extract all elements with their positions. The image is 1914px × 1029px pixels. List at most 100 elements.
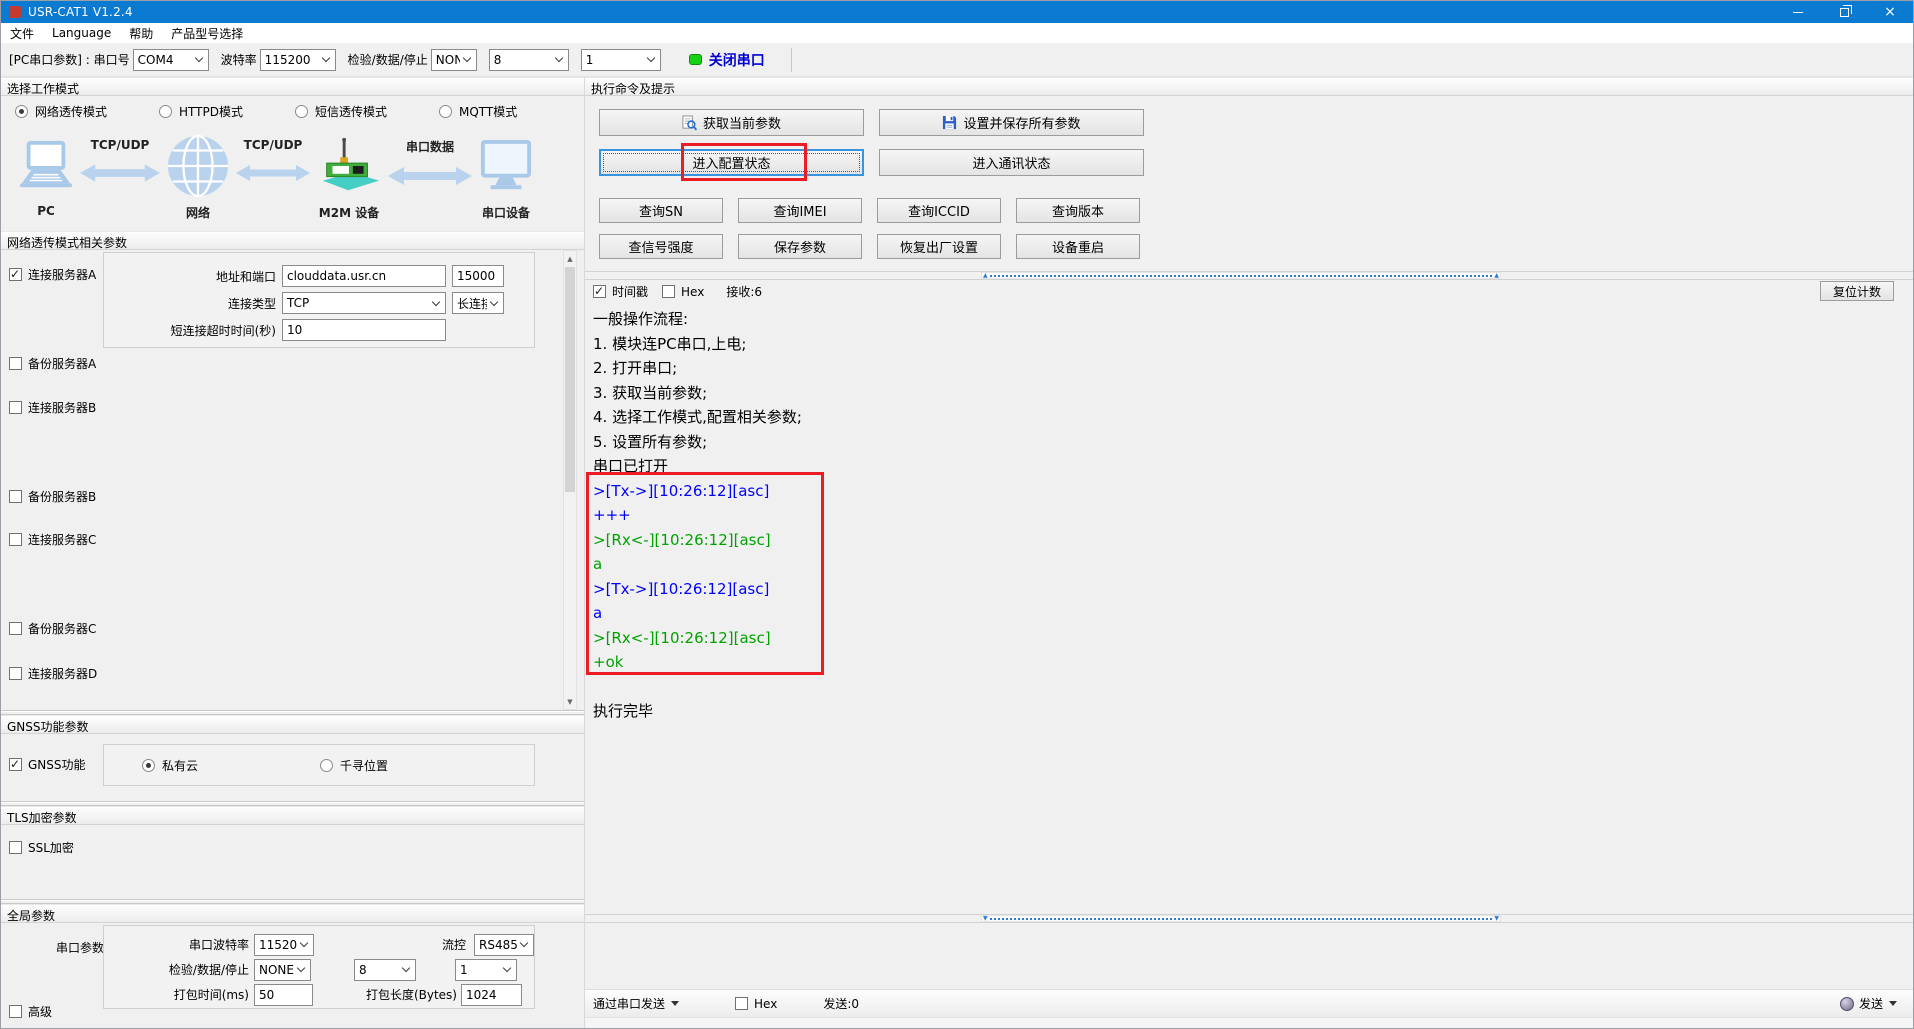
chevron-down-icon bbox=[401, 963, 411, 973]
query-imei-button[interactable]: 查询IMEI bbox=[738, 198, 862, 223]
scrollbar-thumb[interactable] bbox=[565, 267, 575, 492]
radio-httpd-mode[interactable]: HTTPD模式 bbox=[159, 103, 243, 120]
radio-qianxun-location[interactable]: 千寻位置 bbox=[320, 757, 388, 774]
button-label: 查询IMEI bbox=[773, 205, 827, 220]
splitter-arrow-icon: ▼ bbox=[983, 914, 988, 922]
checkbox-label: 高级 bbox=[28, 1005, 53, 1019]
menu-language[interactable]: Language bbox=[43, 23, 120, 43]
checkbox-connect-server-a[interactable]: 连接服务器A bbox=[9, 266, 96, 283]
global-params-header: 全局参数 bbox=[1, 904, 584, 923]
scroll-down-icon[interactable]: ▼ bbox=[564, 694, 576, 709]
set-save-all-params-button[interactable]: 设置并保存所有参数 bbox=[879, 109, 1144, 136]
chevron-down-icon bbox=[489, 297, 499, 306]
checkbox-connect-server-d[interactable]: 连接服务器D bbox=[9, 665, 97, 682]
scroll-up-icon[interactable]: ▲ bbox=[564, 251, 576, 266]
query-iccid-button[interactable]: 查询ICCID bbox=[877, 198, 1001, 223]
restore-button[interactable] bbox=[1821, 1, 1867, 23]
checkbox-hex-recv[interactable]: Hex bbox=[662, 285, 704, 299]
gnss-settings: GNSS功能 私有云 千寻位置 bbox=[1, 734, 584, 801]
data-bits-select[interactable]: 8 bbox=[488, 48, 569, 71]
pack-length-input[interactable] bbox=[461, 983, 522, 1006]
checkbox-timestamp[interactable]: 时间戳 bbox=[593, 283, 648, 300]
log-line: 1. 模块连PC串口,上电; bbox=[593, 334, 747, 353]
checkbox-ssl-encrypt[interactable]: SSL加密 bbox=[9, 839, 74, 856]
checkbox-label: Hex bbox=[754, 996, 778, 1011]
server-list-scrollbar[interactable]: ▲ ▼ bbox=[563, 250, 577, 710]
factory-reset-button[interactable]: 恢复出厂设置 bbox=[877, 234, 1001, 259]
button-label: 设置并保存所有参数 bbox=[963, 117, 1081, 132]
menu-file[interactable]: 文件 bbox=[1, 23, 43, 43]
device-restart-button[interactable]: 设备重启 bbox=[1016, 234, 1140, 259]
checkbox-advanced[interactable]: 高级 bbox=[9, 1003, 52, 1020]
com-port-select[interactable]: COM4 bbox=[132, 48, 209, 71]
send-input-area[interactable] bbox=[585, 923, 1913, 989]
query-sn-button[interactable]: 查询SN bbox=[599, 198, 723, 223]
button-label: 设备重启 bbox=[1051, 241, 1104, 256]
checkbox-backup-server-b[interactable]: 备份服务器B bbox=[9, 488, 96, 505]
serial-data-bits-select[interactable]: 8 bbox=[354, 958, 416, 981]
send-button[interactable]: 发送 bbox=[1839, 995, 1897, 1012]
close-port-button[interactable]: 关闭串口 bbox=[709, 50, 765, 70]
checkbox-icon bbox=[9, 667, 22, 680]
menu-help[interactable]: 帮助 bbox=[120, 23, 162, 43]
serial-baud-select[interactable]: 115200 bbox=[254, 933, 314, 956]
radio-net-transparent-mode[interactable]: 网络透传模式 bbox=[15, 103, 107, 120]
checkbox-connect-server-c[interactable]: 连接服务器C bbox=[9, 531, 96, 548]
button-label: 查信号强度 bbox=[628, 241, 694, 256]
diagram-m2m-node: M2M 设备 bbox=[313, 130, 385, 231]
baud-label: 波特率 bbox=[220, 53, 257, 67]
conn-type-select[interactable]: TCP bbox=[282, 292, 446, 314]
checkbox-label: 备份服务器C bbox=[28, 622, 97, 636]
checkbox-backup-server-c[interactable]: 备份服务器C bbox=[9, 620, 96, 637]
radio-sms-mode[interactable]: 短信透传模式 bbox=[294, 103, 387, 120]
enter-comm-state-button[interactable]: 进入通讯状态 bbox=[879, 149, 1144, 176]
checkbox-label: 备份服务器B bbox=[28, 490, 97, 504]
button-label: 保存参数 bbox=[773, 241, 826, 256]
minimize-button[interactable] bbox=[1775, 1, 1821, 23]
query-version-button[interactable]: 查询版本 bbox=[1016, 198, 1140, 223]
get-current-params-button[interactable]: 获取当前参数 bbox=[599, 109, 864, 136]
dropdown-label: 通过串口发送 bbox=[593, 997, 666, 1011]
serial-parity-select[interactable]: NONE bbox=[254, 958, 311, 981]
save-params-button[interactable]: 保存参数 bbox=[738, 234, 862, 259]
button-label: 发送 bbox=[1858, 997, 1883, 1011]
diagram-link-1: TCP/UDP bbox=[77, 130, 163, 231]
annotation-box bbox=[681, 143, 807, 181]
menu-product-model[interactable]: 产品型号选择 bbox=[162, 23, 252, 43]
button-label: 查询SN bbox=[639, 205, 683, 220]
splitter-handle[interactable]: ▲ ▲ bbox=[981, 272, 1501, 279]
diagram-link-3: 串口数据 bbox=[385, 130, 475, 231]
checkbox-hex-send[interactable]: Hex bbox=[735, 997, 777, 1011]
pc-serial-label: [PC串口参数] : 串口号 bbox=[9, 53, 130, 67]
close-button[interactable]: × bbox=[1867, 1, 1913, 23]
reset-count-button[interactable]: 复位计数 bbox=[1820, 281, 1894, 301]
stop-bits-select[interactable]: 1 bbox=[580, 48, 661, 71]
serial-stop-bits-select[interactable]: 1 bbox=[455, 958, 517, 981]
send-icon bbox=[1839, 996, 1854, 1011]
send-splitter[interactable]: ▼ ▼ bbox=[585, 914, 1913, 923]
double-arrow-icon bbox=[235, 162, 311, 187]
flow-control-select[interactable]: RS485 bbox=[474, 933, 534, 956]
query-signal-button[interactable]: 查信号强度 bbox=[599, 234, 723, 259]
splitter-handle[interactable]: ▼ ▼ bbox=[981, 915, 1501, 922]
log-output[interactable]: 一般操作流程: 1. 模块连PC串口,上电; 2. 打开串口; 3. 获取当前参… bbox=[585, 303, 1913, 914]
settings-panel: 选择工作模式 网络透传模式 HTTPD模式 短信透传模式 MQTT模式 PC T… bbox=[1, 77, 584, 1028]
server-port-input[interactable] bbox=[452, 265, 504, 287]
parity-select[interactable]: NONE bbox=[430, 48, 477, 71]
radio-label: MQTT模式 bbox=[458, 104, 518, 119]
server-address-input[interactable] bbox=[282, 265, 446, 287]
conn-mode-select[interactable]: 长连接 bbox=[452, 292, 504, 314]
button-label: 查询版本 bbox=[1051, 205, 1104, 220]
checkbox-connect-server-b[interactable]: 连接服务器B bbox=[9, 399, 96, 416]
baud-select[interactable]: 115200 bbox=[259, 48, 336, 71]
splitter-arrow-icon: ▲ bbox=[983, 271, 988, 279]
checkbox-backup-server-a[interactable]: 备份服务器A bbox=[9, 355, 96, 372]
pack-time-input[interactable] bbox=[254, 983, 313, 1006]
send-via-serial-dropdown[interactable]: 通过串口发送 bbox=[593, 995, 680, 1012]
timeout-input[interactable] bbox=[282, 319, 446, 341]
checkbox-gnss-enable[interactable]: GNSS功能 bbox=[9, 756, 86, 773]
radio-private-cloud[interactable]: 私有云 bbox=[142, 757, 198, 774]
log-splitter[interactable]: ▲ ▲ bbox=[585, 271, 1913, 280]
app-icon bbox=[9, 6, 21, 18]
radio-mqtt-mode[interactable]: MQTT模式 bbox=[438, 103, 518, 120]
